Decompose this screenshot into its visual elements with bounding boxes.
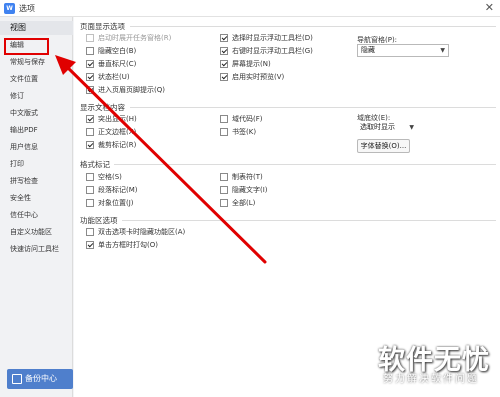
watermark-slogan: 努力解决软件问题 bbox=[383, 374, 479, 385]
